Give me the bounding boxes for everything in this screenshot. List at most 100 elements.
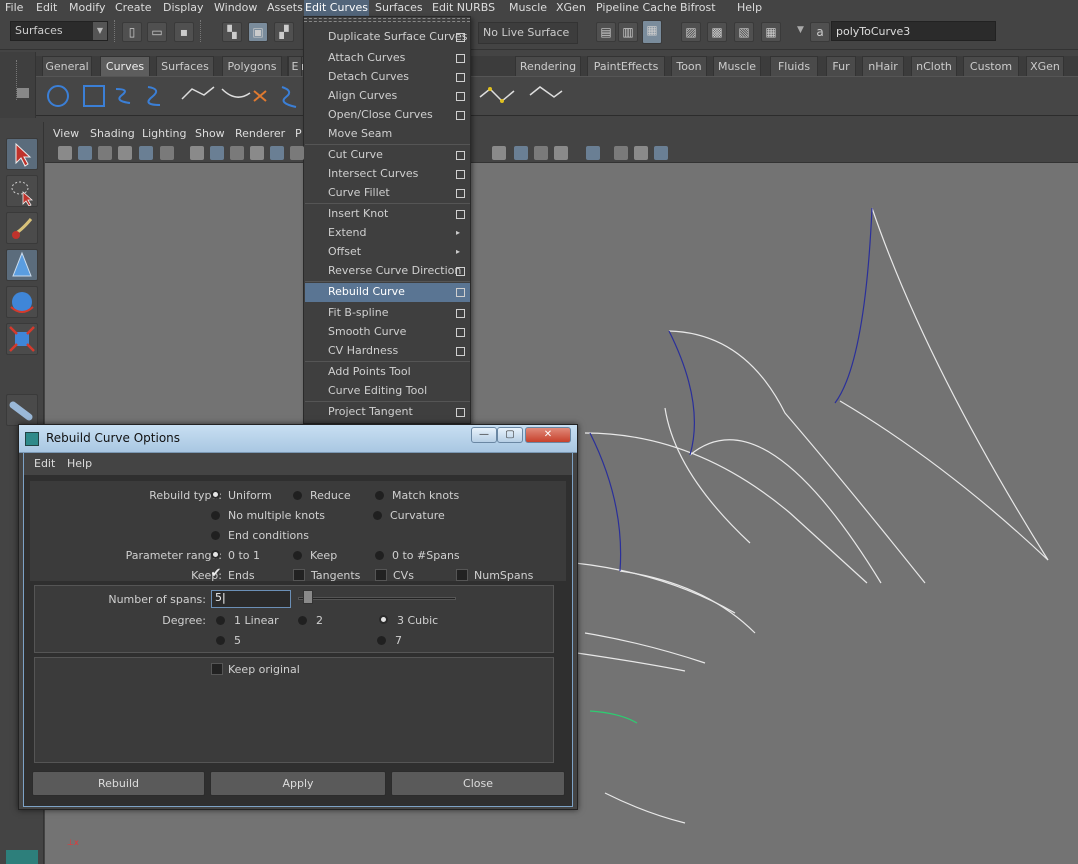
option-box-icon[interactable] — [456, 73, 465, 82]
option-box-icon[interactable] — [456, 33, 465, 42]
option-box-icon[interactable] — [456, 210, 465, 219]
live-surface-field[interactable]: No Live Surface — [478, 22, 578, 44]
minimize-button[interactable]: — — [471, 427, 497, 443]
tab-fluids[interactable]: Fluids — [770, 56, 818, 76]
radio-reduce[interactable] — [293, 491, 302, 500]
tab-surfaces[interactable]: Surfaces — [156, 56, 214, 76]
option-box-icon[interactable] — [456, 54, 465, 63]
move-tool[interactable] — [6, 249, 38, 281]
menu-item-smooth-curve[interactable]: Smooth Curve — [305, 323, 470, 342]
spans-input[interactable]: 5| — [211, 590, 291, 608]
radio-range-0-to-spans[interactable] — [375, 551, 384, 560]
menu-help[interactable]: Help — [736, 0, 763, 16]
menu-xgen[interactable]: XGen — [555, 0, 587, 16]
panel-toolbar-icon[interactable] — [634, 146, 648, 160]
panel-toolbar-icon[interactable] — [78, 146, 92, 160]
menu-item-duplicate-surface-curves[interactable]: Duplicate Surface Curves — [305, 28, 470, 47]
radio-degree-1-linear[interactable] — [216, 616, 225, 625]
menu-muscle[interactable]: Muscle — [508, 0, 548, 16]
menu-create[interactable]: Create — [114, 0, 153, 16]
menu-item-reverse-curve-direction[interactable]: Reverse Curve Direction — [305, 262, 470, 281]
select-object-icon[interactable]: ▣ — [248, 22, 268, 42]
panel-toolbar-icon[interactable] — [290, 146, 304, 160]
dialog-title-bar[interactable]: Rebuild Curve Options — ▢ ✕ — [19, 425, 577, 453]
radio-degree-3-cubic[interactable] — [379, 615, 388, 624]
menu-item-move-seam[interactable]: Move Seam — [305, 125, 470, 144]
apply-button[interactable]: Apply — [210, 771, 386, 796]
menu-modify[interactable]: Modify — [68, 0, 106, 16]
menu-edit-curves[interactable]: Edit Curves — [304, 0, 369, 16]
paint-select-tool[interactable] — [6, 212, 38, 244]
panel-toolbar-icon[interactable] — [270, 146, 284, 160]
option-box-icon[interactable] — [456, 328, 465, 337]
panel-toolbar-icon[interactable] — [139, 146, 153, 160]
option-box-icon[interactable] — [456, 151, 465, 160]
panel-toolbar-icon[interactable] — [586, 146, 600, 160]
option-box-icon[interactable] — [456, 309, 465, 318]
checkbox-keep-ends[interactable]: ✔ — [210, 567, 222, 581]
channel-box-icon[interactable]: ▧ — [734, 22, 754, 42]
dialog-menu-help[interactable]: Help — [67, 457, 92, 470]
menu-item-extend[interactable]: Extend ▸ — [305, 224, 470, 243]
attribute-editor-icon[interactable]: ▨ — [681, 22, 701, 42]
panel-toolbar-icon[interactable] — [230, 146, 244, 160]
tab-rendering[interactable]: Rendering — [515, 56, 581, 76]
radio-degree-2[interactable] — [298, 616, 307, 625]
menu-item-curve-editing-tool[interactable]: Curve Editing Tool — [305, 382, 470, 401]
tab-custom[interactable]: Custom — [963, 56, 1019, 76]
menu-item-insert-knot[interactable]: Insert Knot — [305, 205, 470, 224]
menu-item-add-points-tool[interactable]: Add Points Tool — [305, 363, 470, 382]
menu-file[interactable]: File — [4, 0, 24, 16]
tab-curves[interactable]: Curves — [100, 56, 150, 76]
option-box-icon[interactable] — [456, 347, 465, 356]
last-tool[interactable] — [6, 394, 38, 426]
panel-menu-lighting[interactable]: Lighting — [142, 127, 186, 140]
option-box-icon[interactable] — [456, 111, 465, 120]
option-box-icon[interactable] — [456, 189, 465, 198]
curve-tools-icons[interactable] — [36, 77, 306, 115]
panel-menu-view[interactable]: View — [53, 127, 79, 140]
tab-muscle[interactable]: Muscle — [713, 56, 761, 76]
panel-toolbar-icon[interactable] — [534, 146, 548, 160]
menu-item-project-tangent[interactable]: Project Tangent — [305, 403, 470, 422]
menu-item-attach-curves[interactable]: Attach Curves — [305, 49, 470, 68]
tab-painteffects[interactable]: PaintEffects — [587, 56, 665, 76]
scale-tool[interactable] — [6, 323, 38, 355]
radio-curvature[interactable] — [373, 511, 382, 520]
panel-toolbar-icon[interactable] — [554, 146, 568, 160]
spans-slider-handle[interactable] — [303, 590, 313, 604]
menu-item-open-close-curves[interactable]: Open/Close Curves — [305, 106, 470, 125]
menu-display[interactable]: Display — [162, 0, 205, 16]
open-scene-icon[interactable]: ▭ — [147, 22, 167, 42]
tab-xgen[interactable]: XGen — [1026, 56, 1064, 76]
render-settings-icon[interactable]: ▦ — [642, 20, 662, 44]
radio-match-knots[interactable] — [375, 491, 384, 500]
new-scene-icon[interactable]: ▯ — [122, 22, 142, 42]
panel-menu-show[interactable]: Show — [195, 127, 225, 140]
radio-degree-5[interactable] — [216, 636, 225, 645]
panel-toolbar-icon[interactable] — [190, 146, 204, 160]
option-box-icon[interactable] — [456, 267, 465, 276]
menu-item-align-curves[interactable]: Align Curves — [305, 87, 470, 106]
tab-nhair[interactable]: nHair — [862, 56, 904, 76]
ipr-render-icon[interactable]: ▥ — [618, 22, 638, 42]
option-box-icon[interactable] — [456, 288, 465, 297]
menu-item-offset[interactable]: Offset ▸ — [305, 243, 470, 262]
radio-end-conditions[interactable] — [211, 531, 220, 540]
checkbox-keep-numspans[interactable] — [456, 569, 468, 581]
checkbox-keep-tangents[interactable] — [293, 569, 305, 581]
panel-toolbar-icon[interactable] — [654, 146, 668, 160]
select-hierarchy-icon[interactable]: ▚ — [222, 22, 242, 42]
panel-toolbar-icon[interactable] — [98, 146, 112, 160]
panel-toolbar-icon[interactable] — [58, 146, 72, 160]
quick-selection-field[interactable]: polyToCurve3 — [831, 21, 996, 41]
radio-degree-7[interactable] — [377, 636, 386, 645]
dialog-menu-edit[interactable]: Edit — [34, 457, 55, 470]
maximize-button[interactable]: ▢ — [497, 427, 523, 443]
tab-fur[interactable]: Fur — [826, 56, 856, 76]
lasso-tool[interactable] — [6, 175, 38, 207]
menu-item-fit-b-spline[interactable]: Fit B-spline — [305, 304, 470, 323]
input-field-mode-icon[interactable]: a — [810, 22, 830, 42]
menu-edit[interactable]: Edit — [35, 0, 58, 16]
menu-item-curve-fillet[interactable]: Curve Fillet — [305, 184, 470, 203]
